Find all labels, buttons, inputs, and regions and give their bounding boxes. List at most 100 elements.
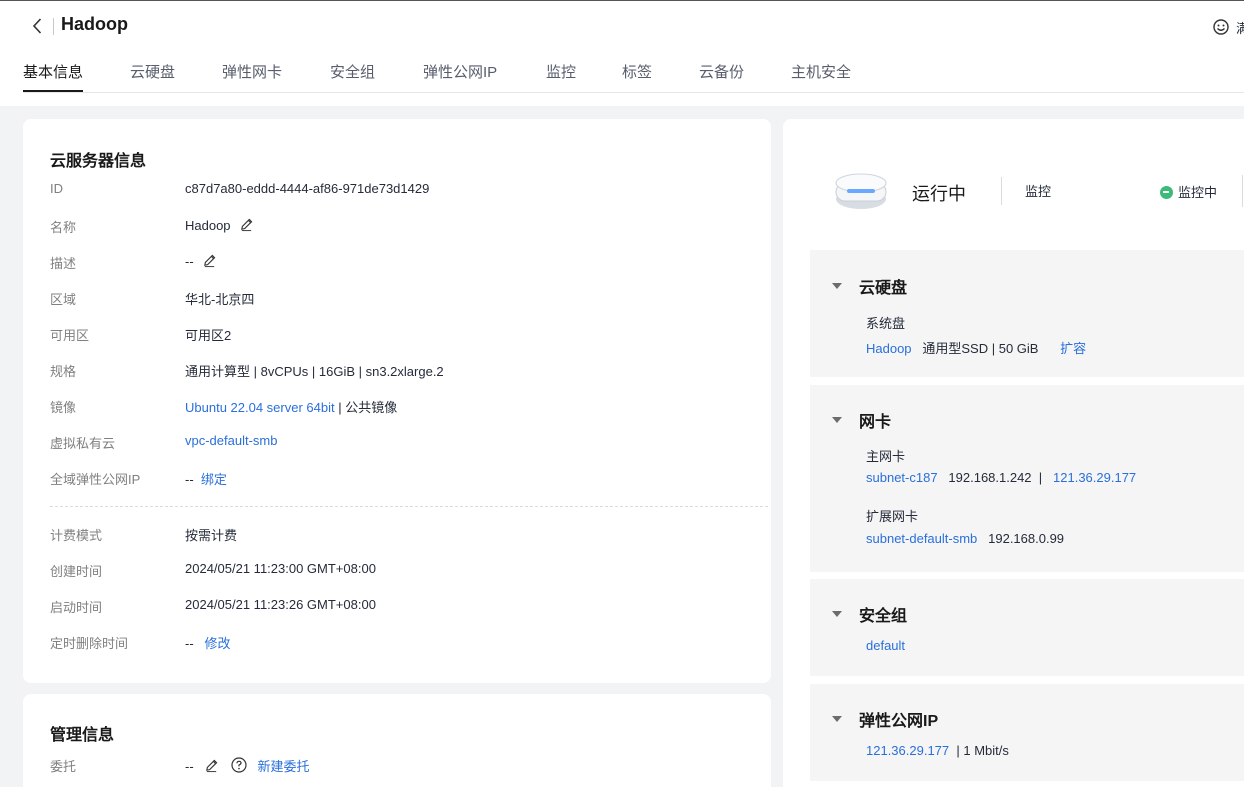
edit-pencil-icon[interactable] — [239, 217, 254, 232]
create-agency-link[interactable]: 新建委托 — [258, 759, 310, 774]
primary-nic-row: subnet-c187 192.168.1.242 | 121.36.29.17… — [866, 470, 1136, 485]
edit-pencil-icon[interactable] — [204, 758, 219, 773]
secgroup-row: default — [866, 638, 905, 653]
global-eip-text: -- — [185, 472, 194, 487]
tab-tags[interactable]: 标签 — [622, 61, 652, 92]
tab-cloud-backup[interactable]: 云备份 — [699, 61, 744, 92]
status-divider — [1001, 177, 1002, 205]
tab-elastic-ip[interactable]: 弹性公网IP — [423, 61, 497, 92]
eip-row: 121.36.29.177 | 1 Mbit/s — [866, 743, 1009, 758]
back-arrow-icon[interactable] — [28, 16, 48, 36]
server-name-value: Hadoop — [185, 217, 254, 233]
image-value: Ubuntu 22.04 server 64bit | 公共镜像 — [185, 397, 397, 416]
running-status: 运行中 — [912, 184, 966, 204]
modify-link[interactable]: 修改 — [205, 636, 231, 651]
row-label: 镜像 — [50, 400, 77, 415]
collapse-caret-icon[interactable] — [832, 716, 842, 722]
server-info-card: 云服务器信息 ID c87d7a80-eddd-4444-af86-971de7… — [23, 119, 771, 683]
help-question-icon[interactable] — [231, 757, 247, 773]
feedback-label[interactable]: 满 — [1236, 18, 1244, 37]
server-status-icon — [833, 169, 889, 213]
description-value: -- — [185, 253, 217, 269]
feedback-smile-icon[interactable] — [1212, 18, 1230, 36]
server-id-value: c87d7a80-eddd-4444-af86-971de73d1429 — [185, 181, 430, 196]
row-label: 虚拟私有云 — [50, 436, 116, 451]
tab-cloud-disk[interactable]: 云硬盘 — [130, 61, 175, 92]
tab-monitoring[interactable]: 监控 — [546, 61, 576, 92]
manage-info-heading: 管理信息 — [50, 727, 115, 744]
secgroup-title: 安全组 — [859, 608, 908, 625]
row-label: 全域弹性公网IP — [50, 472, 141, 487]
eip-panel: 弹性公网IP 121.36.29.177 | 1 Mbit/s — [810, 684, 1244, 781]
disk-detail: 通用型SSD | 50 GiB — [922, 341, 1039, 356]
top-bar: Hadoop 满 基本信息 云硬盘 弹性网卡 安全组 弹性公网IP 监控 标签 … — [0, 0, 1244, 106]
primary-separator: | — [1038, 470, 1043, 485]
bind-link[interactable]: 绑定 — [201, 472, 227, 487]
description-text: -- — [185, 254, 194, 269]
vpc-link[interactable]: vpc-default-smb — [185, 433, 277, 448]
tab-basic-info[interactable]: 基本信息 — [23, 61, 84, 92]
eip-link[interactable]: 121.36.29.177 — [866, 743, 949, 758]
collapse-caret-icon[interactable] — [832, 417, 842, 423]
tab-elastic-nic[interactable]: 弹性网卡 — [222, 61, 282, 92]
edit-pencil-icon[interactable] — [202, 253, 217, 268]
ext-nic-row: subnet-default-smb 192.168.0.99 — [866, 531, 1064, 546]
image-link[interactable]: Ubuntu 22.04 server 64bit — [185, 400, 335, 415]
ext-subnet-link[interactable]: subnet-default-smb — [866, 531, 977, 546]
system-disk-row: Hadoop 通用型SSD | 50 GiB 扩容 — [866, 338, 1086, 357]
eip-bandwidth: | 1 Mbit/s — [956, 743, 1009, 758]
primary-eip-link[interactable]: 121.36.29.177 — [1053, 470, 1136, 485]
section-divider — [50, 506, 768, 507]
collapse-caret-icon[interactable] — [832, 283, 842, 289]
nic-panel: 网卡 主网卡 subnet-c187 192.168.1.242 | 121.3… — [810, 385, 1244, 572]
expand-link[interactable]: 扩容 — [1060, 341, 1086, 356]
image-type-text: | 公共镜像 — [334, 400, 398, 415]
monitor-status: 监控中 — [1160, 182, 1217, 201]
primary-ip: 192.168.1.242 — [948, 470, 1032, 485]
row-label: ID — [50, 181, 63, 196]
tab-security-group[interactable]: 安全组 — [330, 61, 375, 92]
row-label: 计费模式 — [50, 528, 103, 543]
vpc-value: vpc-default-smb — [185, 433, 277, 448]
flavor-value: 通用计算型 | 8vCPUs | 16GiB | sn3.2xlarge.2 — [185, 364, 444, 379]
primary-nic-label: 主网卡 — [866, 449, 906, 464]
ext-nic-label: 扩展网卡 — [866, 509, 919, 524]
primary-subnet-link[interactable]: subnet-c187 — [866, 470, 938, 485]
check-circle-icon — [1160, 186, 1173, 199]
tab-bar: 基本信息 云硬盘 弹性网卡 安全组 弹性公网IP 监控 标签 云备份 主机安全 — [23, 61, 1244, 93]
tab-host-security[interactable]: 主机安全 — [791, 61, 851, 92]
scheduled-delete-text: -- — [185, 636, 194, 651]
cloud-disk-panel: 云硬盘 系统盘 Hadoop 通用型SSD | 50 GiB 扩容 — [810, 250, 1244, 377]
row-label: 创建时间 — [50, 564, 103, 579]
row-label: 启动时间 — [50, 600, 103, 615]
system-disk-label: 系统盘 — [866, 316, 906, 331]
monitor-label: 监控 — [1025, 184, 1052, 199]
collapse-caret-icon[interactable] — [832, 611, 842, 617]
row-label: 定时删除时间 — [50, 636, 129, 651]
secgroup-panel: 安全组 default — [810, 579, 1244, 676]
scheduled-delete-value: -- 修改 — [185, 633, 231, 652]
row-label: 委托 — [50, 759, 77, 774]
row-label: 规格 — [50, 364, 77, 379]
row-label: 名称 — [50, 220, 77, 235]
nic-title: 网卡 — [859, 414, 892, 431]
eip-title: 弹性公网IP — [859, 713, 939, 730]
disk-name-link[interactable]: Hadoop — [866, 341, 912, 356]
page-title: Hadoop — [61, 14, 128, 34]
region-value: 华北-北京四 — [185, 292, 255, 307]
manage-info-card: 管理信息 委托 -- 新建委托 — [23, 694, 771, 787]
agency-value: -- 新建委托 — [185, 756, 310, 775]
started-time-value: 2024/05/21 11:23:26 GMT+08:00 — [185, 597, 376, 612]
billing-value: 按需计费 — [185, 528, 238, 543]
server-name-text: Hadoop — [185, 218, 231, 233]
monitor-status-text: 监控中 — [1178, 185, 1218, 200]
title-divider — [53, 18, 54, 35]
secgroup-link[interactable]: default — [866, 638, 905, 653]
created-time-value: 2024/05/21 11:23:00 GMT+08:00 — [185, 561, 376, 576]
monitor-divider — [1242, 175, 1243, 207]
row-label: 描述 — [50, 256, 77, 271]
global-eip-value: -- 绑定 — [185, 469, 227, 488]
row-label: 区域 — [50, 292, 77, 307]
az-value: 可用区2 — [185, 328, 232, 343]
cloud-disk-title: 云硬盘 — [859, 280, 908, 297]
